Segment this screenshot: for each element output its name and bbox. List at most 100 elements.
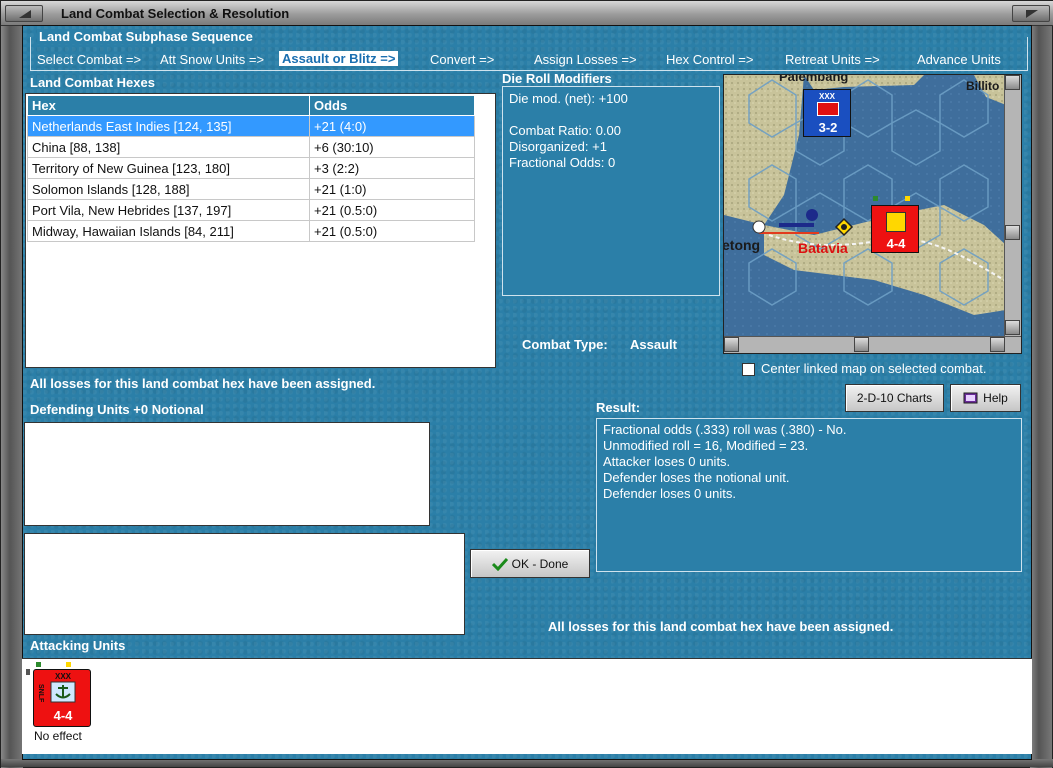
combat-type-label: Combat Type: — [522, 337, 608, 352]
book-icon — [963, 392, 978, 404]
scroll-up-button[interactable] — [1005, 75, 1020, 90]
window-control-button[interactable] — [1012, 5, 1050, 22]
step-convert[interactable]: Convert => — [430, 52, 494, 67]
checkmark-icon — [491, 557, 508, 571]
hex-cell: Midway, Hawaiian Islands [84, 211] — [27, 220, 310, 242]
step-assault-or-blitz[interactable]: Assault or Blitz => — [279, 51, 399, 66]
map-horizontal-scrollbar[interactable] — [724, 336, 1021, 353]
attacker-unit-crest-icon — [886, 212, 906, 232]
window-title: Land Combat Selection & Resolution — [61, 6, 290, 21]
scroll-down-button[interactable] — [1005, 320, 1020, 335]
hexes-heading: Land Combat Hexes — [30, 75, 155, 90]
center-map-checkbox[interactable] — [742, 363, 755, 376]
horizontal-scroll-thumb[interactable] — [854, 337, 869, 352]
table-row[interactable]: China [88, 138] +6 (30:10) — [27, 136, 475, 158]
die-roll-heading: Die Roll Modifiers — [502, 71, 612, 86]
table-header-row: Hex Odds — [27, 95, 475, 116]
die-roll-panel: Die mod. (net): +100 Combat Ratio: 0.00 … — [502, 86, 720, 296]
combat-type-value: Assault — [630, 337, 677, 352]
defending-heading: Defending Units +0 Notional — [30, 402, 204, 417]
attacker-unit-card[interactable]: XXX SNLF 4-4 — [33, 669, 91, 727]
help-button-label: Help — [983, 391, 1008, 405]
defender-unit-counter[interactable]: XXX 3-2 — [803, 89, 851, 137]
charts-button[interactable]: 2-D-10 Charts — [845, 384, 944, 412]
fractional-odds: Fractional Odds: 0 — [509, 155, 616, 170]
anchor-unit-icon — [50, 681, 76, 703]
table-row[interactable]: Port Vila, New Hebrides [137, 197] +21 (… — [27, 199, 475, 221]
combat-ratio: Combat Ratio: 0.00 — [509, 123, 622, 138]
unit-status-dot-icon — [36, 662, 41, 667]
step-hex-control[interactable]: Hex Control => — [666, 52, 753, 67]
map-label-palembang: Palembang — [779, 74, 849, 84]
subphase-title: Land Combat Subphase Sequence — [37, 29, 255, 44]
unit-supply-dot-icon — [905, 196, 910, 201]
bottom-border — [1, 759, 1053, 767]
hex-table: Hex Odds Netherlands East Indies [124, 1… — [27, 95, 475, 242]
defender-unit-value: 3-2 — [818, 120, 838, 135]
step-advance-units[interactable]: Advance Units — [917, 52, 1001, 67]
charts-button-label: 2-D-10 Charts — [856, 391, 933, 405]
hex-cell: Territory of New Guinea [123, 180] — [27, 157, 310, 179]
scroll-right-button[interactable] — [990, 337, 1005, 352]
status-message-bottom: All losses for this land combat hex have… — [548, 619, 894, 634]
system-menu-button[interactable] — [5, 5, 43, 22]
step-att-snow-units[interactable]: Att Snow Units => — [160, 52, 264, 67]
column-header-hex[interactable]: Hex — [27, 95, 310, 116]
unit-effect-label: No effect — [34, 729, 82, 743]
odds-cell: +6 (30:10) — [309, 136, 475, 158]
column-header-odds[interactable]: Odds — [309, 95, 475, 116]
linked-map[interactable]: Palembang Billito etong Batavia XXX 3-2 … — [723, 74, 1022, 354]
map-label-betong: etong — [723, 237, 761, 253]
right-border — [1030, 26, 1052, 768]
step-assign-losses[interactable]: Assign Losses => — [534, 52, 637, 67]
die-mod-net: Die mod. (net): +100 — [509, 91, 628, 106]
attacking-units-list[interactable]: XXX SNLF 4-4 No effect — [22, 658, 1032, 754]
table-row[interactable]: Solomon Islands [128, 188] +21 (1:0) — [27, 178, 475, 200]
title-bar: Land Combat Selection & Resolution — [1, 1, 1053, 26]
table-row[interactable]: Midway, Hawaiian Islands [84, 211] +21 (… — [27, 220, 475, 242]
result-heading: Result: — [596, 400, 641, 415]
hex-cell: Solomon Islands [128, 188] — [27, 178, 310, 200]
disorganized: Disorganized: +1 — [509, 139, 607, 154]
attacker-card-value: 4-4 — [53, 708, 73, 723]
table-row[interactable]: Territory of New Guinea [123, 180] +3 (2… — [27, 157, 475, 179]
odds-cell: +21 (0.5:0) — [309, 220, 475, 242]
result-line: Defender loses the notional unit. — [603, 470, 790, 485]
expand-icon — [1026, 10, 1038, 18]
attacking-heading: Attacking Units — [30, 638, 126, 653]
defender-unit-size: XXX — [819, 92, 836, 101]
attacker-unit-value: 4-4 — [886, 236, 906, 251]
center-map-label[interactable]: Center linked map on selected combat. — [761, 361, 986, 376]
map-terrain — [724, 75, 1006, 337]
collapse-icon — [19, 10, 31, 18]
left-border — [1, 26, 23, 768]
step-retreat-units[interactable]: Retreat Units => — [785, 52, 880, 67]
notional-units-list[interactable] — [24, 533, 465, 635]
hex-cell: Netherlands East Indies [124, 135] — [27, 115, 310, 137]
hex-list[interactable]: Hex Odds Netherlands East Indies [124, 1… — [25, 93, 496, 368]
ok-done-button[interactable]: OK - Done — [470, 549, 590, 578]
help-button[interactable]: Help — [950, 384, 1021, 412]
result-line: Defender loses 0 units. — [603, 486, 736, 501]
vertical-scroll-thumb[interactable] — [1005, 225, 1020, 240]
attacker-unit-counter[interactable]: 4-4 — [871, 205, 919, 253]
hex-cell: Port Vila, New Hebrides [137, 197] — [27, 199, 310, 221]
odds-cell: +3 (2:2) — [309, 157, 475, 179]
result-panel: Fractional odds (.333) roll was (.380) -… — [596, 418, 1022, 572]
map-vertical-scrollbar[interactable] — [1004, 75, 1021, 337]
result-line: Fractional odds (.333) roll was (.380) -… — [603, 422, 847, 437]
table-row[interactable]: Netherlands East Indies [124, 135] +21 (… — [27, 115, 475, 137]
defender-unit-flag-icon — [817, 102, 839, 116]
unit-supply-dot-icon — [66, 662, 71, 667]
attacker-card-size: XXX — [55, 672, 72, 681]
map-label-batavia: Batavia — [798, 240, 848, 256]
unit-status-dot-icon — [873, 196, 878, 201]
attacker-card-type: SNLF — [37, 684, 44, 703]
result-line: Unmodified roll = 16, Modified = 23. — [603, 438, 809, 453]
defending-units-list[interactable] — [24, 422, 430, 526]
unit-marker-icon — [26, 669, 30, 675]
scroll-left-button[interactable] — [724, 337, 739, 352]
step-select-combat[interactable]: Select Combat => — [37, 52, 141, 67]
hex-cell: China [88, 138] — [27, 136, 310, 158]
odds-cell: +21 (4:0) — [309, 115, 475, 137]
